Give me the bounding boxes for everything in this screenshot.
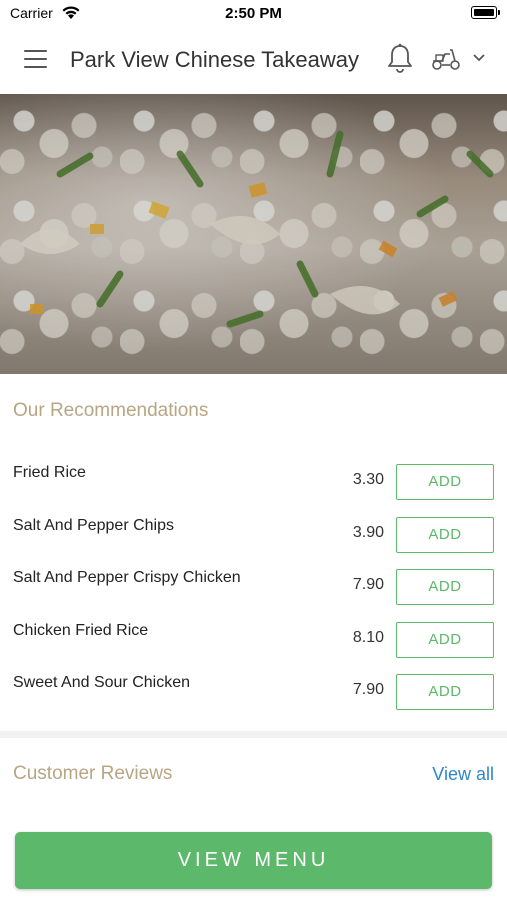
- item-price: 3.30: [352, 471, 384, 488]
- item-price: 7.90: [352, 576, 384, 593]
- add-button[interactable]: ADD: [396, 622, 494, 658]
- app-header: Park View Chinese Takeaway: [0, 26, 507, 94]
- add-button[interactable]: ADD: [396, 464, 494, 500]
- view-menu-button[interactable]: VIEW MENU: [15, 832, 492, 889]
- recommendations-heading: Our Recommendations: [13, 400, 209, 421]
- add-button[interactable]: ADD: [396, 517, 494, 553]
- status-bar: Carrier 2:50 PM: [0, 0, 507, 26]
- list-item: Salt And Pepper Crispy Chicken 7.90 ADD: [0, 569, 507, 621]
- chevron-down-icon[interactable]: [472, 53, 486, 63]
- add-button[interactable]: ADD: [396, 569, 494, 605]
- scooter-icon[interactable]: [430, 46, 462, 72]
- menu-icon[interactable]: [24, 50, 47, 68]
- clock: 2:50 PM: [225, 5, 282, 22]
- item-price: 7.90: [352, 681, 384, 698]
- list-item: Salt And Pepper Chips 3.90 ADD: [0, 517, 507, 569]
- item-name: Chicken Fried Rice: [13, 622, 149, 639]
- page-title: Park View Chinese Takeaway: [70, 47, 360, 72]
- item-name: Fried Rice: [13, 464, 86, 481]
- item-price: 3.90: [352, 524, 384, 541]
- view-all-link[interactable]: View all: [432, 764, 494, 785]
- fried-rice-illustration: [0, 94, 507, 374]
- hero-food-image: [0, 94, 507, 374]
- list-item: Sweet And Sour Chicken 7.90 ADD: [0, 674, 507, 726]
- reviews-heading: Customer Reviews: [13, 763, 173, 784]
- item-name: Sweet And Sour Chicken: [13, 674, 190, 691]
- section-divider: [0, 731, 507, 738]
- item-name: Salt And Pepper Crispy Chicken: [13, 569, 241, 586]
- bell-icon[interactable]: [386, 43, 414, 75]
- list-item: Chicken Fried Rice 8.10 ADD: [0, 622, 507, 674]
- add-button[interactable]: ADD: [396, 674, 494, 710]
- item-price: 8.10: [352, 629, 384, 646]
- battery-icon: [471, 6, 500, 19]
- list-item: Fried Rice 3.30 ADD: [0, 464, 507, 516]
- item-name: Salt And Pepper Chips: [13, 517, 174, 534]
